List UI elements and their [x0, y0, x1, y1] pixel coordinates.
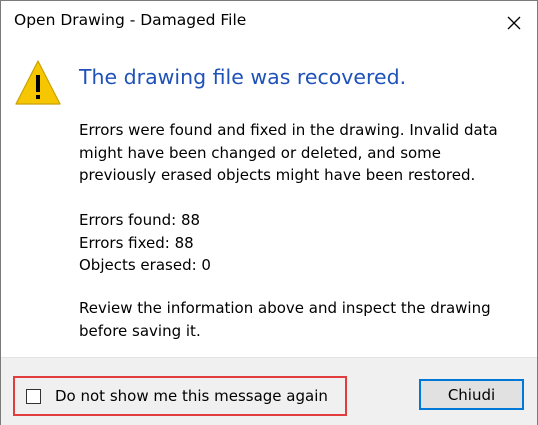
review-line: Review the information above and inspect…: [79, 299, 491, 317]
error-stats: Errors found: 88 Errors fixed: 88 Object…: [79, 209, 211, 277]
window-title: Open Drawing - Damaged File: [14, 11, 247, 29]
message-line: might have been changed or deleted, and …: [79, 143, 442, 162]
errors-fixed: Errors fixed: 88: [79, 233, 194, 252]
close-icon: [507, 16, 521, 30]
damaged-file-dialog: Open Drawing - Damaged File The drawing …: [0, 0, 538, 425]
close-dialog-button[interactable]: Chiudi: [419, 379, 524, 410]
dont-show-again-label[interactable]: Do not show me this message again: [55, 387, 328, 405]
review-line: before saving it.: [79, 321, 201, 340]
close-button[interactable]: [491, 1, 537, 45]
review-note: Review the information above and inspect…: [79, 297, 519, 342]
message-line: Errors were found and fixed in the drawi…: [79, 121, 498, 139]
warning-icon: [15, 60, 61, 105]
dont-show-again-checkbox[interactable]: [26, 388, 41, 404]
errors-found: Errors found: 88: [79, 211, 201, 229]
title-bar: Open Drawing - Damaged File: [1, 1, 537, 45]
dont-show-again-option[interactable]: Do not show me this message again: [13, 376, 347, 416]
dialog-footer: Do not show me this message again Chiudi: [1, 357, 537, 425]
message-body: Errors were found and fixed in the drawi…: [79, 119, 519, 187]
dialog-heading: The drawing file was recovered.: [79, 65, 407, 89]
objects-erased: Objects erased: 0: [79, 256, 211, 274]
message-line: previously erased objects might have bee…: [79, 166, 476, 184]
